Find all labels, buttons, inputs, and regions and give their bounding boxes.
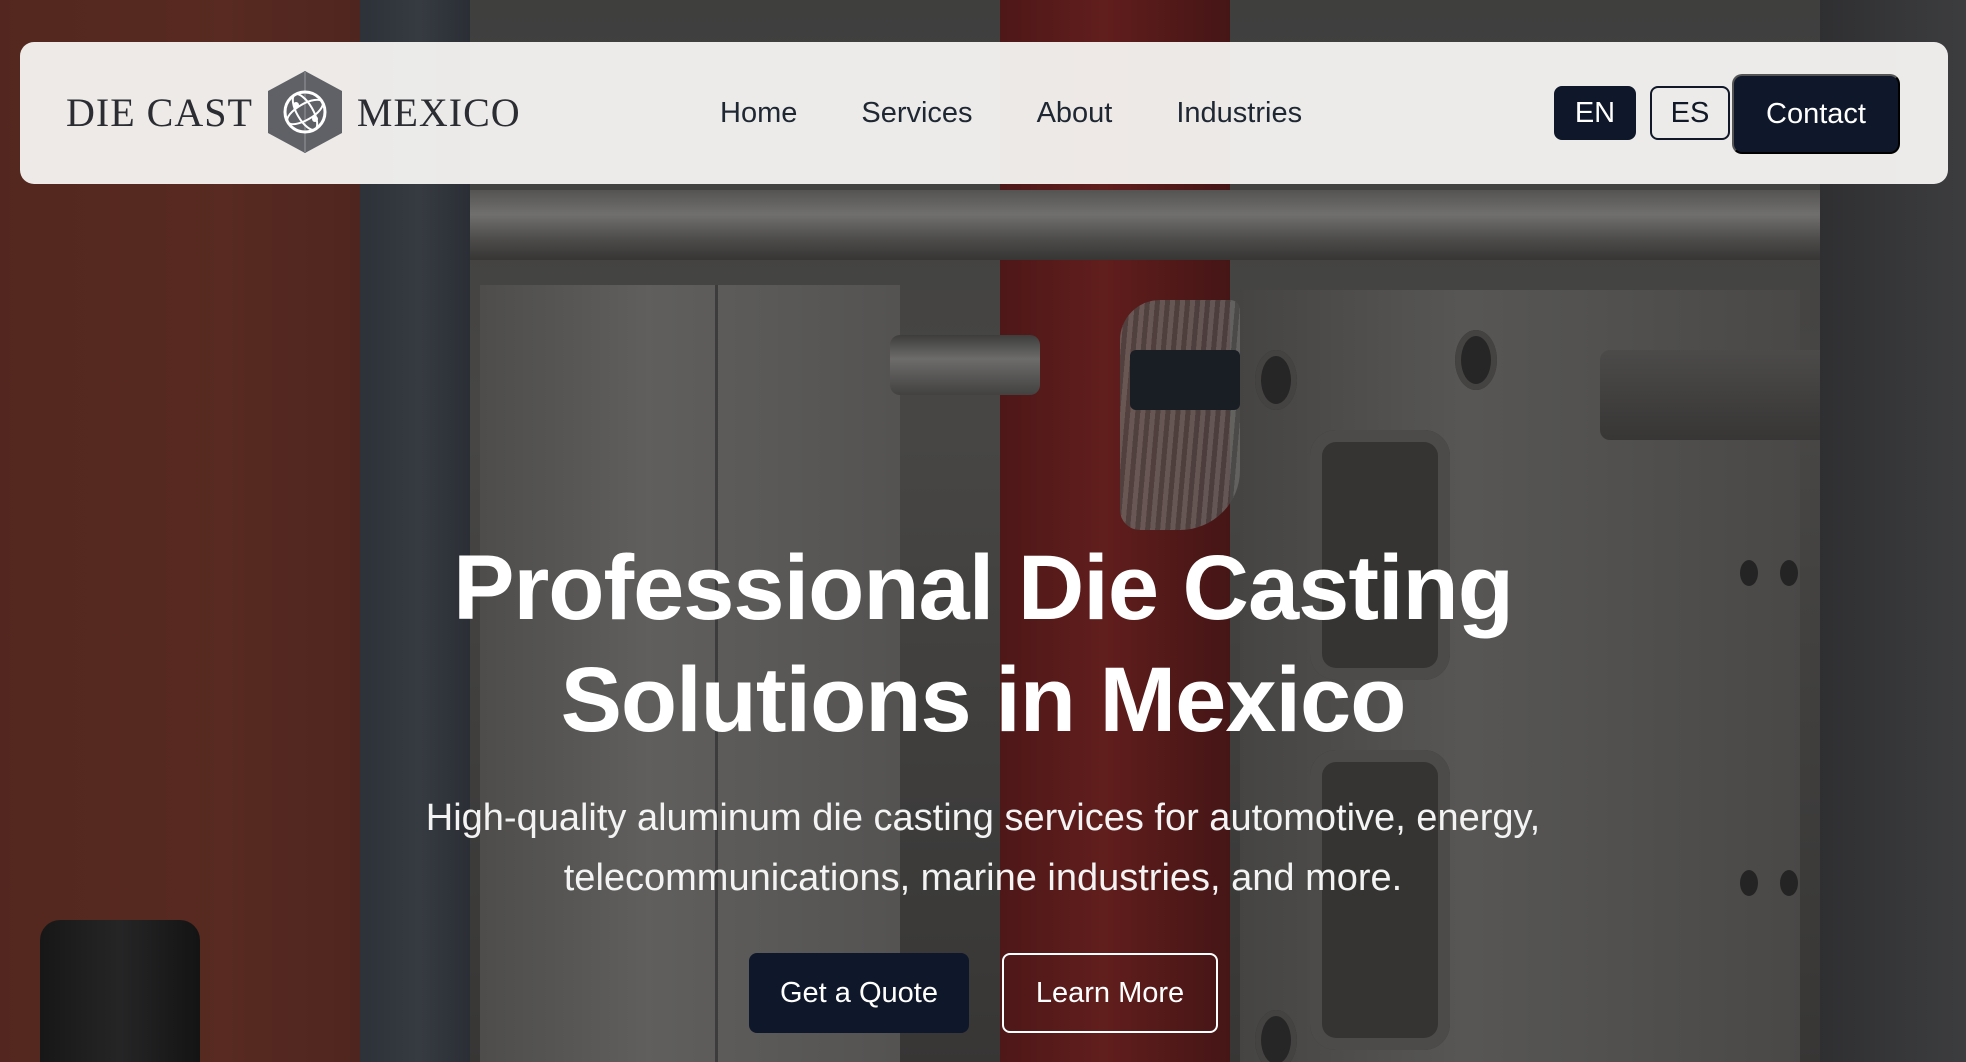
hero-section: Professional Die Casting Solutions in Me… <box>0 0 1966 1062</box>
hero-title: Professional Die Casting Solutions in Me… <box>453 537 1514 751</box>
get-quote-button[interactable]: Get a Quote <box>749 953 969 1033</box>
learn-more-button[interactable]: Learn More <box>1002 953 1218 1033</box>
hero-subtitle: High-quality aluminum die casting servic… <box>425 797 1541 899</box>
